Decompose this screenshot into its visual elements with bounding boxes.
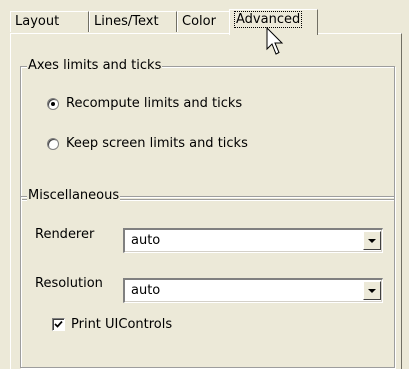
tab-layout-label: Layout bbox=[15, 14, 60, 29]
axes-limits-group: Axes limits and ticks Recompute limits a… bbox=[20, 58, 395, 200]
print-uicontrols-checkbox[interactable]: Print UIControls bbox=[52, 317, 172, 332]
recompute-limits-radio[interactable]: Recompute limits and ticks bbox=[47, 96, 242, 111]
chevron-down-icon bbox=[368, 238, 376, 243]
checkmark-icon bbox=[54, 320, 63, 328]
chevron-down-icon bbox=[368, 288, 376, 293]
mouse-pointer-icon bbox=[266, 27, 284, 55]
resolution-value: auto bbox=[131, 283, 161, 298]
recompute-limits-label: Recompute limits and ticks bbox=[66, 96, 243, 111]
radio-indicator bbox=[47, 97, 59, 110]
tab-layout[interactable]: Layout bbox=[10, 11, 89, 32]
miscellaneous-group-title: Miscellaneous bbox=[27, 188, 121, 204]
tab-advanced-label: Advanced bbox=[234, 11, 303, 28]
resolution-dropdown-button[interactable] bbox=[363, 281, 381, 300]
renderer-dropdown[interactable]: auto bbox=[123, 228, 383, 253]
resolution-dropdown[interactable]: auto bbox=[123, 278, 383, 303]
radio-indicator bbox=[47, 137, 59, 150]
axes-limits-group-title: Axes limits and ticks bbox=[27, 58, 163, 74]
renderer-label: Renderer bbox=[35, 227, 95, 242]
advanced-panel: Axes limits and ticks Recompute limits a… bbox=[10, 33, 402, 369]
miscellaneous-group: Miscellaneous Renderer auto Resolution a… bbox=[20, 188, 395, 368]
checkbox-box bbox=[52, 318, 65, 331]
tab-lines-text-label: Lines/Text bbox=[94, 14, 159, 29]
tab-color[interactable]: Color bbox=[177, 11, 230, 32]
tab-lines-text[interactable]: Lines/Text bbox=[89, 11, 177, 32]
print-uicontrols-label: Print UIControls bbox=[71, 317, 173, 332]
keep-screen-limits-radio[interactable]: Keep screen limits and ticks bbox=[47, 136, 248, 151]
keep-screen-limits-label: Keep screen limits and ticks bbox=[66, 136, 248, 151]
resolution-label: Resolution bbox=[35, 276, 103, 291]
renderer-value: auto bbox=[131, 233, 161, 248]
renderer-dropdown-button[interactable] bbox=[363, 231, 381, 250]
tab-color-label: Color bbox=[182, 14, 216, 29]
